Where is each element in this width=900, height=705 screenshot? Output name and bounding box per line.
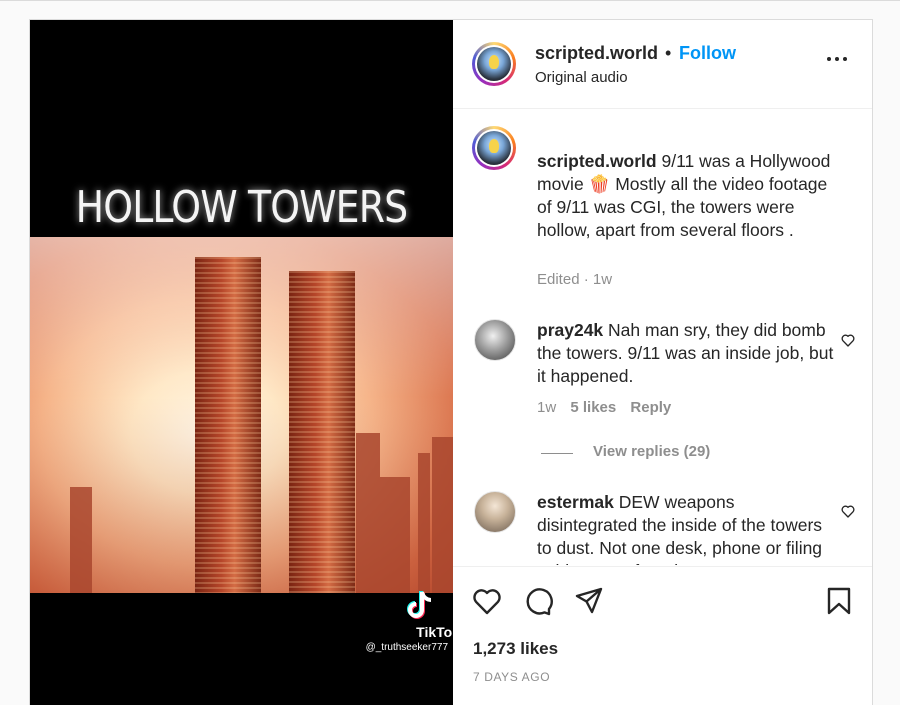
comment: estermak DEW weapons disintegrated the i… xyxy=(537,491,837,565)
skyline-building xyxy=(418,453,430,593)
view-replies-button[interactable]: View replies (29) xyxy=(593,443,710,460)
tiktok-brand-text: TikTok xyxy=(416,624,453,640)
comment-username[interactable]: pray24k xyxy=(537,320,603,340)
commenter-avatar[interactable] xyxy=(474,491,516,533)
skyline-building xyxy=(70,487,92,593)
post-dialog: HOLLOW TOWERS TikTok @_truthseeker777 sc… xyxy=(29,19,873,705)
comment-username[interactable]: estermak xyxy=(537,492,614,512)
video-player[interactable]: HOLLOW TOWERS TikTok @_truthseeker777 xyxy=(30,20,453,705)
skyline-building xyxy=(380,477,410,593)
replies-divider xyxy=(541,453,573,454)
skyline-building xyxy=(356,433,380,593)
comment-time[interactable]: 1w xyxy=(537,399,556,416)
comment-likes[interactable]: 5 likes xyxy=(570,399,616,416)
bookmark-icon[interactable] xyxy=(823,585,855,617)
reply-button[interactable]: Reply xyxy=(630,399,671,416)
caption-username[interactable]: scripted.world xyxy=(537,151,657,171)
heart-icon[interactable] xyxy=(471,585,503,617)
audio-label[interactable]: Original audio xyxy=(535,69,628,86)
post-side-panel: scripted.world • Follow Original audio s… xyxy=(453,20,872,705)
avatar-image xyxy=(477,131,511,165)
post-actions: 1,273 likes 7 DAYS AGO xyxy=(453,566,872,705)
post-time[interactable]: 7 DAYS AGO xyxy=(473,670,550,684)
more-icon[interactable] xyxy=(827,54,849,64)
south-tower xyxy=(289,271,355,593)
share-icon[interactable] xyxy=(573,585,605,617)
commenter-avatar[interactable] xyxy=(474,319,516,361)
header-separator: • xyxy=(665,43,672,63)
comments-list[interactable]: scripted.world 9/11 was a Hollywood movi… xyxy=(453,109,872,565)
video-overlay-title: HOLLOW TOWERS xyxy=(75,182,408,233)
caption: scripted.world 9/11 was a Hollywood movi… xyxy=(537,150,837,242)
likes-count[interactable]: 1,273 likes xyxy=(473,639,558,659)
tiktok-handle-text: @_truthseeker777 xyxy=(365,642,448,653)
comment-meta: 1w 5 likes Reply xyxy=(537,399,671,416)
comment-icon[interactable] xyxy=(522,585,554,617)
heart-icon[interactable] xyxy=(840,332,856,348)
caption-meta: Edited · 1w xyxy=(537,271,613,288)
author-username[interactable]: scripted.world xyxy=(535,43,658,64)
heart-icon[interactable] xyxy=(840,503,856,519)
north-tower xyxy=(195,257,261,593)
top-divider xyxy=(0,0,900,1)
author-avatar[interactable] xyxy=(472,42,516,86)
comment: pray24k Nah man sry, they did bomb the t… xyxy=(537,319,837,388)
follow-button[interactable]: Follow xyxy=(679,43,736,64)
avatar-image xyxy=(477,47,511,81)
post-header: scripted.world • Follow Original audio xyxy=(453,20,872,109)
caption-avatar[interactable] xyxy=(472,126,516,170)
tiktok-icon xyxy=(407,591,432,619)
video-frame-image xyxy=(30,237,453,593)
skyline-building xyxy=(432,437,453,593)
